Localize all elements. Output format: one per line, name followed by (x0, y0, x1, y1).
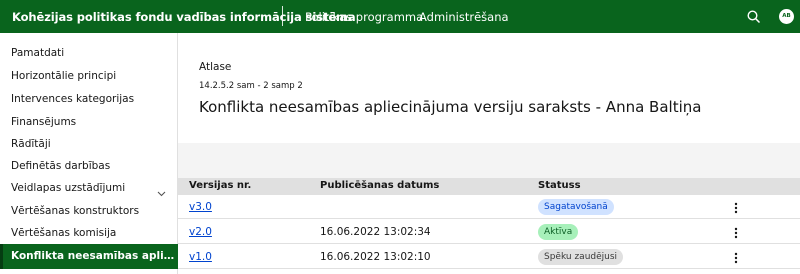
user-avatar[interactable]: AB (779, 9, 794, 24)
search-icon[interactable] (746, 9, 762, 25)
column-header-version[interactable]: Versijas nr. (189, 180, 251, 191)
column-header-status[interactable]: Statuss (538, 180, 581, 191)
sidebar-item-konflikta-neesamibas[interactable]: Konflikta neesamības apliecinā... (0, 244, 178, 269)
version-link[interactable]: v3.0 (189, 201, 212, 213)
publish-date: 16.06.2022 13:02:34 (320, 226, 431, 238)
sidebar-item-pamatdati[interactable]: Pamatdati (0, 42, 178, 64)
chevron-down-icon (157, 184, 166, 197)
version-link[interactable]: v2.0 (189, 226, 212, 238)
table-toolbar (178, 143, 800, 178)
sub-breadcrumb: 14.2.5.2 sam - 2 samp 2 (199, 81, 303, 91)
sidebar-item-veidlapas-uzstadijumi[interactable]: Veidlapas uzstādījumi (0, 177, 178, 199)
overflow-menu-icon[interactable] (732, 225, 740, 239)
sidebar-item-label: Veidlapas uzstādījumi (11, 182, 126, 194)
sidebar: Pamatdati Horizontālie principi Interven… (0, 33, 178, 274)
publish-date: 16.06.2022 13:02:10 (320, 251, 431, 263)
sidebar-item-vertesanas-komisija[interactable]: Vērtēšanas komisija (0, 222, 178, 244)
column-header-date[interactable]: Publicēšanas datums (320, 180, 439, 191)
sidebar-item-definetas-darbibas[interactable]: Definētās darbības (0, 155, 178, 177)
overflow-menu-icon[interactable] (732, 250, 740, 264)
overflow-menu-icon[interactable] (732, 200, 740, 214)
nav-politikas-programma[interactable]: Politikas programma (305, 10, 423, 24)
status-badge: Sagatavošanā (538, 199, 614, 215)
sidebar-item-vertesanas-konstruktors[interactable]: Vērtēšanas konstruktors (0, 200, 178, 222)
table-row: v3.0 Sagatavošanā (178, 195, 800, 219)
status-badge: Aktīva (538, 224, 579, 240)
sidebar-item-raditaji[interactable]: Rādītāji (0, 133, 178, 155)
nav-administresana[interactable]: Administrēšana (419, 10, 509, 24)
header-divider (282, 6, 283, 26)
table-row: v1.0 16.06.2022 13:02:10 Spēku zaudējusi (178, 245, 800, 269)
table-header: Versijas nr. Publicēšanas datums Statuss (178, 178, 800, 195)
sidebar-item-finansejums[interactable]: Finansējums (0, 111, 178, 133)
sidebar-item-intervences-kategorijas[interactable]: Intervences kategorijas (0, 88, 178, 110)
sidebar-item-horizontalie-principi[interactable]: Horizontālie principi (0, 65, 178, 87)
page-title: Konflikta neesamības apliecinājuma versi… (199, 98, 702, 116)
top-header: Kohēzijas politikas fondu vadības inform… (0, 0, 800, 33)
table-row: v2.0 16.06.2022 13:02:34 Aktīva (178, 220, 800, 244)
status-badge: Spēku zaudējusi (538, 249, 624, 265)
breadcrumb[interactable]: Atlase (199, 61, 231, 73)
version-link[interactable]: v1.0 (189, 251, 212, 263)
